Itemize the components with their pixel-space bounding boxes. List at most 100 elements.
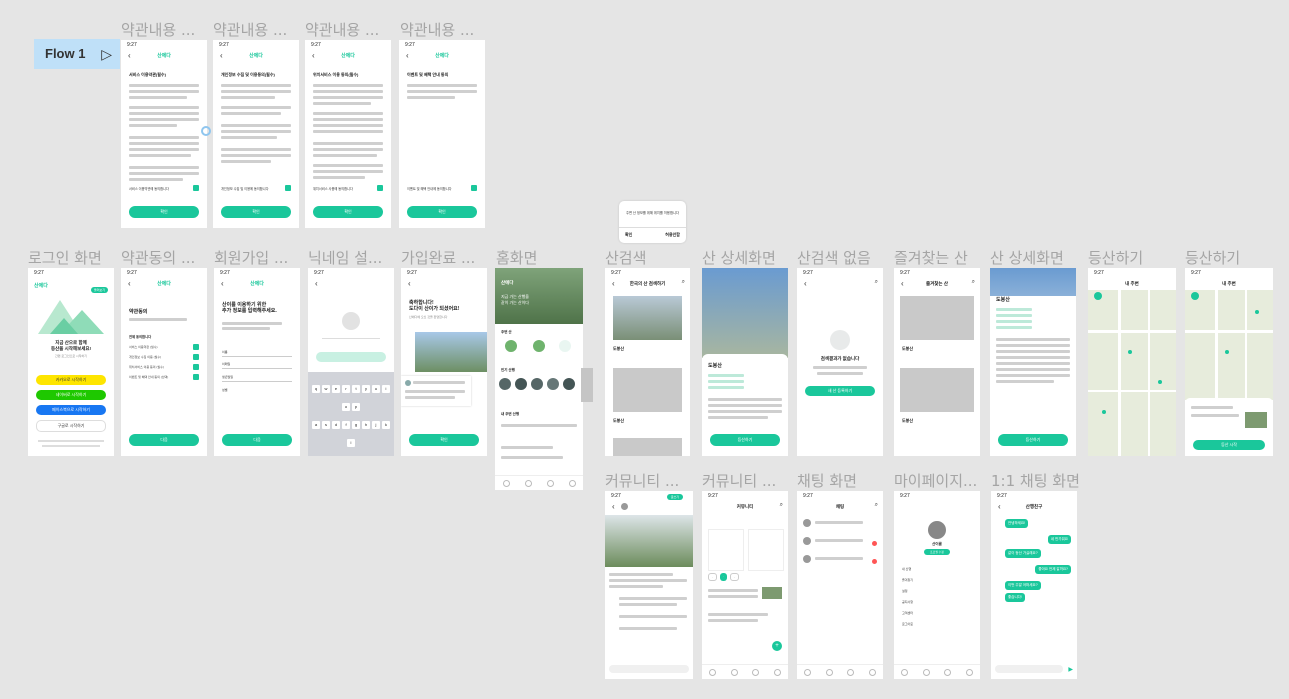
add-post-icon[interactable]: +: [772, 641, 782, 651]
popup-ok-button[interactable]: 확인: [625, 232, 632, 238]
scrollbar[interactable]: [581, 368, 593, 402]
back-icon[interactable]: ‹: [804, 279, 807, 288]
mountain-photo-placeholder[interactable]: [900, 296, 974, 340]
back-icon[interactable]: ‹: [128, 51, 131, 60]
flow-label[interactable]: Flow 1 ▷: [34, 39, 120, 69]
comment-input[interactable]: [609, 665, 689, 673]
agree-checkbox[interactable]: [193, 374, 199, 380]
keyboard[interactable]: qwertyuiop asdfghjkl zxcvbnm 123spaceret: [308, 372, 394, 456]
back-icon[interactable]: ‹: [406, 51, 409, 60]
climb-button[interactable]: 등산하기: [710, 434, 780, 446]
google-login-button[interactable]: 구글로 시작하기: [36, 420, 106, 432]
screen-search: 9:27 ‹ 한국의 산 검색하기 ⌕ 도봉산 도봉산: [605, 268, 690, 456]
popup-cancel-button[interactable]: 허용안함: [665, 232, 680, 238]
nickname-submit-button[interactable]: [316, 352, 386, 362]
confirm-button[interactable]: 확인: [221, 206, 291, 218]
bottom-tab-bar[interactable]: [797, 664, 883, 679]
screen-favorite: 9:27 ‹ 즐겨찾는 산 ⌕ 도봉산 도봉산: [894, 268, 980, 456]
menu-item[interactable]: 설정: [902, 589, 908, 593]
search-icon[interactable]: ⌕: [780, 502, 783, 509]
search-icon[interactable]: ⌕: [875, 502, 878, 509]
mountain-name: 도봉산: [902, 418, 914, 423]
status-time: 9:27: [900, 270, 910, 276]
my-location-icon[interactable]: [1191, 292, 1199, 300]
popup-text: 주변 산 정보를 위해 위치를 허용합니다: [625, 211, 680, 215]
status-time: 9:27: [405, 42, 415, 48]
app-logo: 산에다: [157, 53, 171, 59]
back-icon[interactable]: ‹: [312, 51, 315, 60]
chat11-title: 산행친구: [1025, 504, 1043, 509]
back-icon[interactable]: ‹: [221, 279, 224, 288]
confirm-button[interactable]: 확인: [129, 206, 199, 218]
naver-login-button[interactable]: 네이버로 시작하기: [36, 390, 106, 400]
terms-checkbox[interactable]: [377, 185, 383, 191]
search-icon[interactable]: ⌕: [972, 279, 975, 286]
my-location-icon[interactable]: [1094, 292, 1102, 300]
status-time: 9:27: [611, 270, 621, 276]
mountain-photo-placeholder[interactable]: [613, 368, 682, 412]
email-input[interactable]: [222, 368, 292, 369]
home-greeting: 지금 가는 산행을 같이 가는 산이다: [501, 294, 529, 305]
menu-item[interactable]: 내 산행: [902, 567, 911, 571]
back-icon[interactable]: ‹: [612, 502, 615, 511]
back-icon[interactable]: ‹: [128, 279, 131, 288]
register-mountain-button[interactable]: 새 산 등록하기: [805, 386, 875, 396]
post-photo[interactable]: [605, 515, 693, 567]
send-icon[interactable]: ▶: [1068, 666, 1073, 673]
back-icon[interactable]: ‹: [315, 279, 318, 288]
back-icon[interactable]: ‹: [220, 51, 223, 60]
message-input[interactable]: [995, 665, 1063, 673]
menu-item[interactable]: 로그아웃: [902, 622, 913, 626]
avatar[interactable]: [928, 521, 946, 539]
terms-checkbox[interactable]: [193, 185, 199, 191]
birthdate-input[interactable]: [222, 381, 292, 382]
field-label: 생년월일: [222, 375, 234, 379]
mountain-name: 도봉산: [708, 363, 722, 369]
name-input[interactable]: [222, 356, 292, 357]
mountain-photo[interactable]: [613, 296, 682, 340]
avatar[interactable]: [342, 312, 360, 330]
mountain-photo-placeholder[interactable]: [900, 368, 974, 412]
confirm-button[interactable]: 확인: [313, 206, 383, 218]
climb-button[interactable]: 등산하기: [998, 434, 1068, 446]
terms-checkbox[interactable]: [471, 185, 477, 191]
menu-item[interactable]: 고객센터: [902, 611, 913, 615]
app-logo: 산에다: [34, 283, 48, 289]
kakao-login-button[interactable]: 카카오로 시작하기: [36, 375, 106, 385]
agree-checkbox[interactable]: [193, 364, 199, 370]
chat-bubble: 안녕하세요!: [1005, 519, 1029, 528]
status-time: 9:27: [220, 270, 230, 276]
search-icon[interactable]: ⌕: [682, 279, 685, 286]
agree-checkbox[interactable]: [193, 344, 199, 350]
confirm-button[interactable]: 확인: [407, 206, 477, 218]
write-button[interactable]: 글쓰기: [666, 494, 683, 500]
bottom-tab-bar[interactable]: [495, 475, 583, 490]
map-view[interactable]: [1088, 290, 1176, 456]
confirm-button[interactable]: 확인: [409, 434, 479, 446]
app-logo: 산에다: [435, 53, 449, 59]
next-button[interactable]: 다음: [222, 434, 292, 446]
mountain-hero: [990, 268, 1076, 296]
back-icon[interactable]: ‹: [408, 279, 411, 288]
menu-item[interactable]: 즐겨찾기: [902, 578, 913, 582]
next-button[interactable]: 다음: [129, 434, 199, 446]
search-icon[interactable]: ⌕: [875, 279, 878, 286]
start-climb-button[interactable]: 등산 시작: [1193, 440, 1265, 450]
bottom-tab-bar[interactable]: [894, 664, 980, 679]
play-icon[interactable]: ▷: [101, 39, 112, 69]
browse-badge[interactable]: 둘러보기: [90, 287, 108, 293]
frame-label-detail1: 산 상세화면: [702, 249, 776, 267]
edit-profile-button[interactable]: 프로필 수정: [924, 549, 950, 555]
menu-item[interactable]: 공지사항: [902, 600, 913, 604]
bottom-tab-bar[interactable]: [702, 664, 788, 679]
terms-checkbox[interactable]: [285, 185, 291, 191]
agree-checkbox[interactable]: [193, 354, 199, 360]
complete-subtitle: 산에다에 오신 것을 환영합니다: [409, 315, 448, 319]
connector-dot[interactable]: [201, 126, 211, 136]
frame-label-terms2: 약관내용 ...: [213, 21, 288, 39]
screen-community1: 9:27 글쓰기 ‹: [605, 491, 693, 679]
frame-label-terms1: 약관내용 ...: [121, 21, 196, 39]
map-view[interactable]: [1185, 290, 1273, 400]
facebook-login-button[interactable]: 페이스북으로 시작하기: [36, 405, 106, 415]
frame-label-climb2: 등산하기: [1185, 249, 1241, 267]
